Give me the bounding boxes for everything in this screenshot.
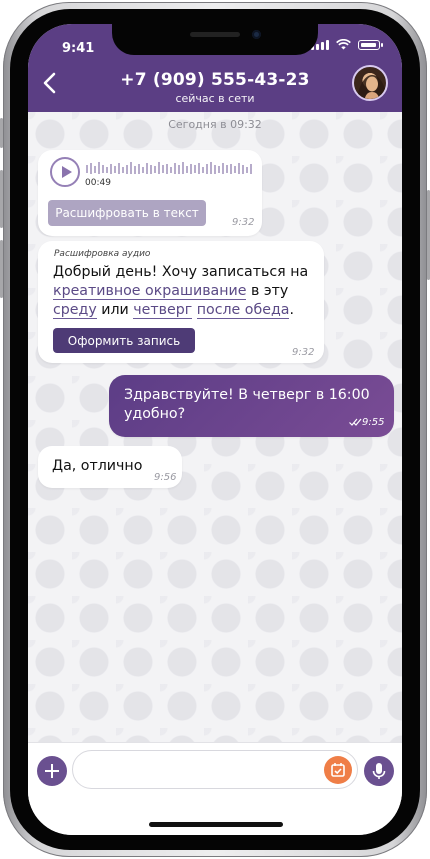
transcript-message: Расшифровка аудио Добрый день! Хочу запи… — [38, 241, 324, 363]
notch — [112, 24, 318, 55]
waveform-icon — [86, 162, 252, 174]
message-time: 9:32 — [232, 217, 255, 228]
calendar-glyph — [331, 763, 345, 777]
message-time: 9:32 — [292, 347, 315, 358]
text-part: Добрый день! Хочу записаться на — [53, 264, 309, 280]
status-icons — [311, 39, 383, 50]
incoming-message: Да, отлично 9:56 — [38, 446, 182, 488]
online-status: сейчас в сети — [175, 92, 255, 105]
book-appointment-button[interactable]: Оформить запись — [53, 328, 195, 353]
message-text: Да, отлично — [52, 458, 143, 474]
message-text: Здравствуйте! В четверг в 16:00 удобно? — [124, 387, 370, 422]
mute-switch — [0, 118, 3, 148]
status-time: 9:41 — [62, 41, 95, 56]
double-check-icon — [349, 418, 362, 426]
phone-frame: 9:41 +7 (909) 555-43-23 сейчас в сети Се… — [0, 0, 430, 859]
home-indicator[interactable] — [149, 822, 283, 827]
contact-avatar[interactable] — [352, 65, 388, 101]
text-part: . — [289, 302, 294, 318]
battery-icon — [358, 40, 383, 50]
calendar-check-icon[interactable] — [324, 756, 352, 784]
play-icon[interactable] — [50, 157, 80, 187]
text-part: или — [96, 302, 134, 318]
date-separator: Сегодня в 09:32 — [168, 118, 262, 131]
message-input[interactable] — [72, 750, 358, 789]
outgoing-message: Здравствуйте! В четверг в 16:00 удобно? … — [109, 375, 394, 437]
transcript-text: Добрый день! Хочу записаться на креативн… — [53, 263, 315, 320]
message-time: 9:56 — [154, 472, 177, 483]
volume-down-button — [0, 240, 3, 298]
voice-message: 00:49 Расшифровать в текст 9:32 — [38, 150, 262, 236]
voice-duration: 00:49 — [85, 178, 111, 188]
volume-up-button — [0, 170, 3, 228]
message-time: 9:55 — [362, 417, 385, 428]
wifi-icon — [336, 39, 351, 50]
contact-phone: +7 (909) 555-43-23 — [120, 70, 310, 90]
microphone-icon[interactable] — [364, 756, 394, 786]
day-link-thursday[interactable]: четверг — [133, 302, 193, 319]
mic-glyph — [372, 763, 386, 779]
transcribe-button[interactable]: Расшифровать в текст — [48, 200, 206, 226]
chat-area[interactable]: Сегодня в 09:32 00:49 Расшифровать в тек… — [28, 112, 402, 742]
service-link[interactable]: креативное окрашивание — [53, 283, 247, 300]
day-link-wednesday[interactable]: среду — [53, 302, 97, 319]
plus-icon[interactable] — [37, 756, 67, 786]
screen: 9:41 +7 (909) 555-43-23 сейчас в сети Се… — [28, 24, 402, 835]
message-time-block: 9:55 — [349, 417, 384, 428]
time-link-afternoon[interactable]: после обеда — [196, 302, 290, 319]
front-camera — [252, 30, 261, 39]
earpiece-speaker — [190, 32, 240, 37]
transcript-header: Расшифровка аудио — [54, 249, 151, 259]
text-part: в эту — [246, 283, 289, 299]
input-bar — [28, 742, 402, 835]
